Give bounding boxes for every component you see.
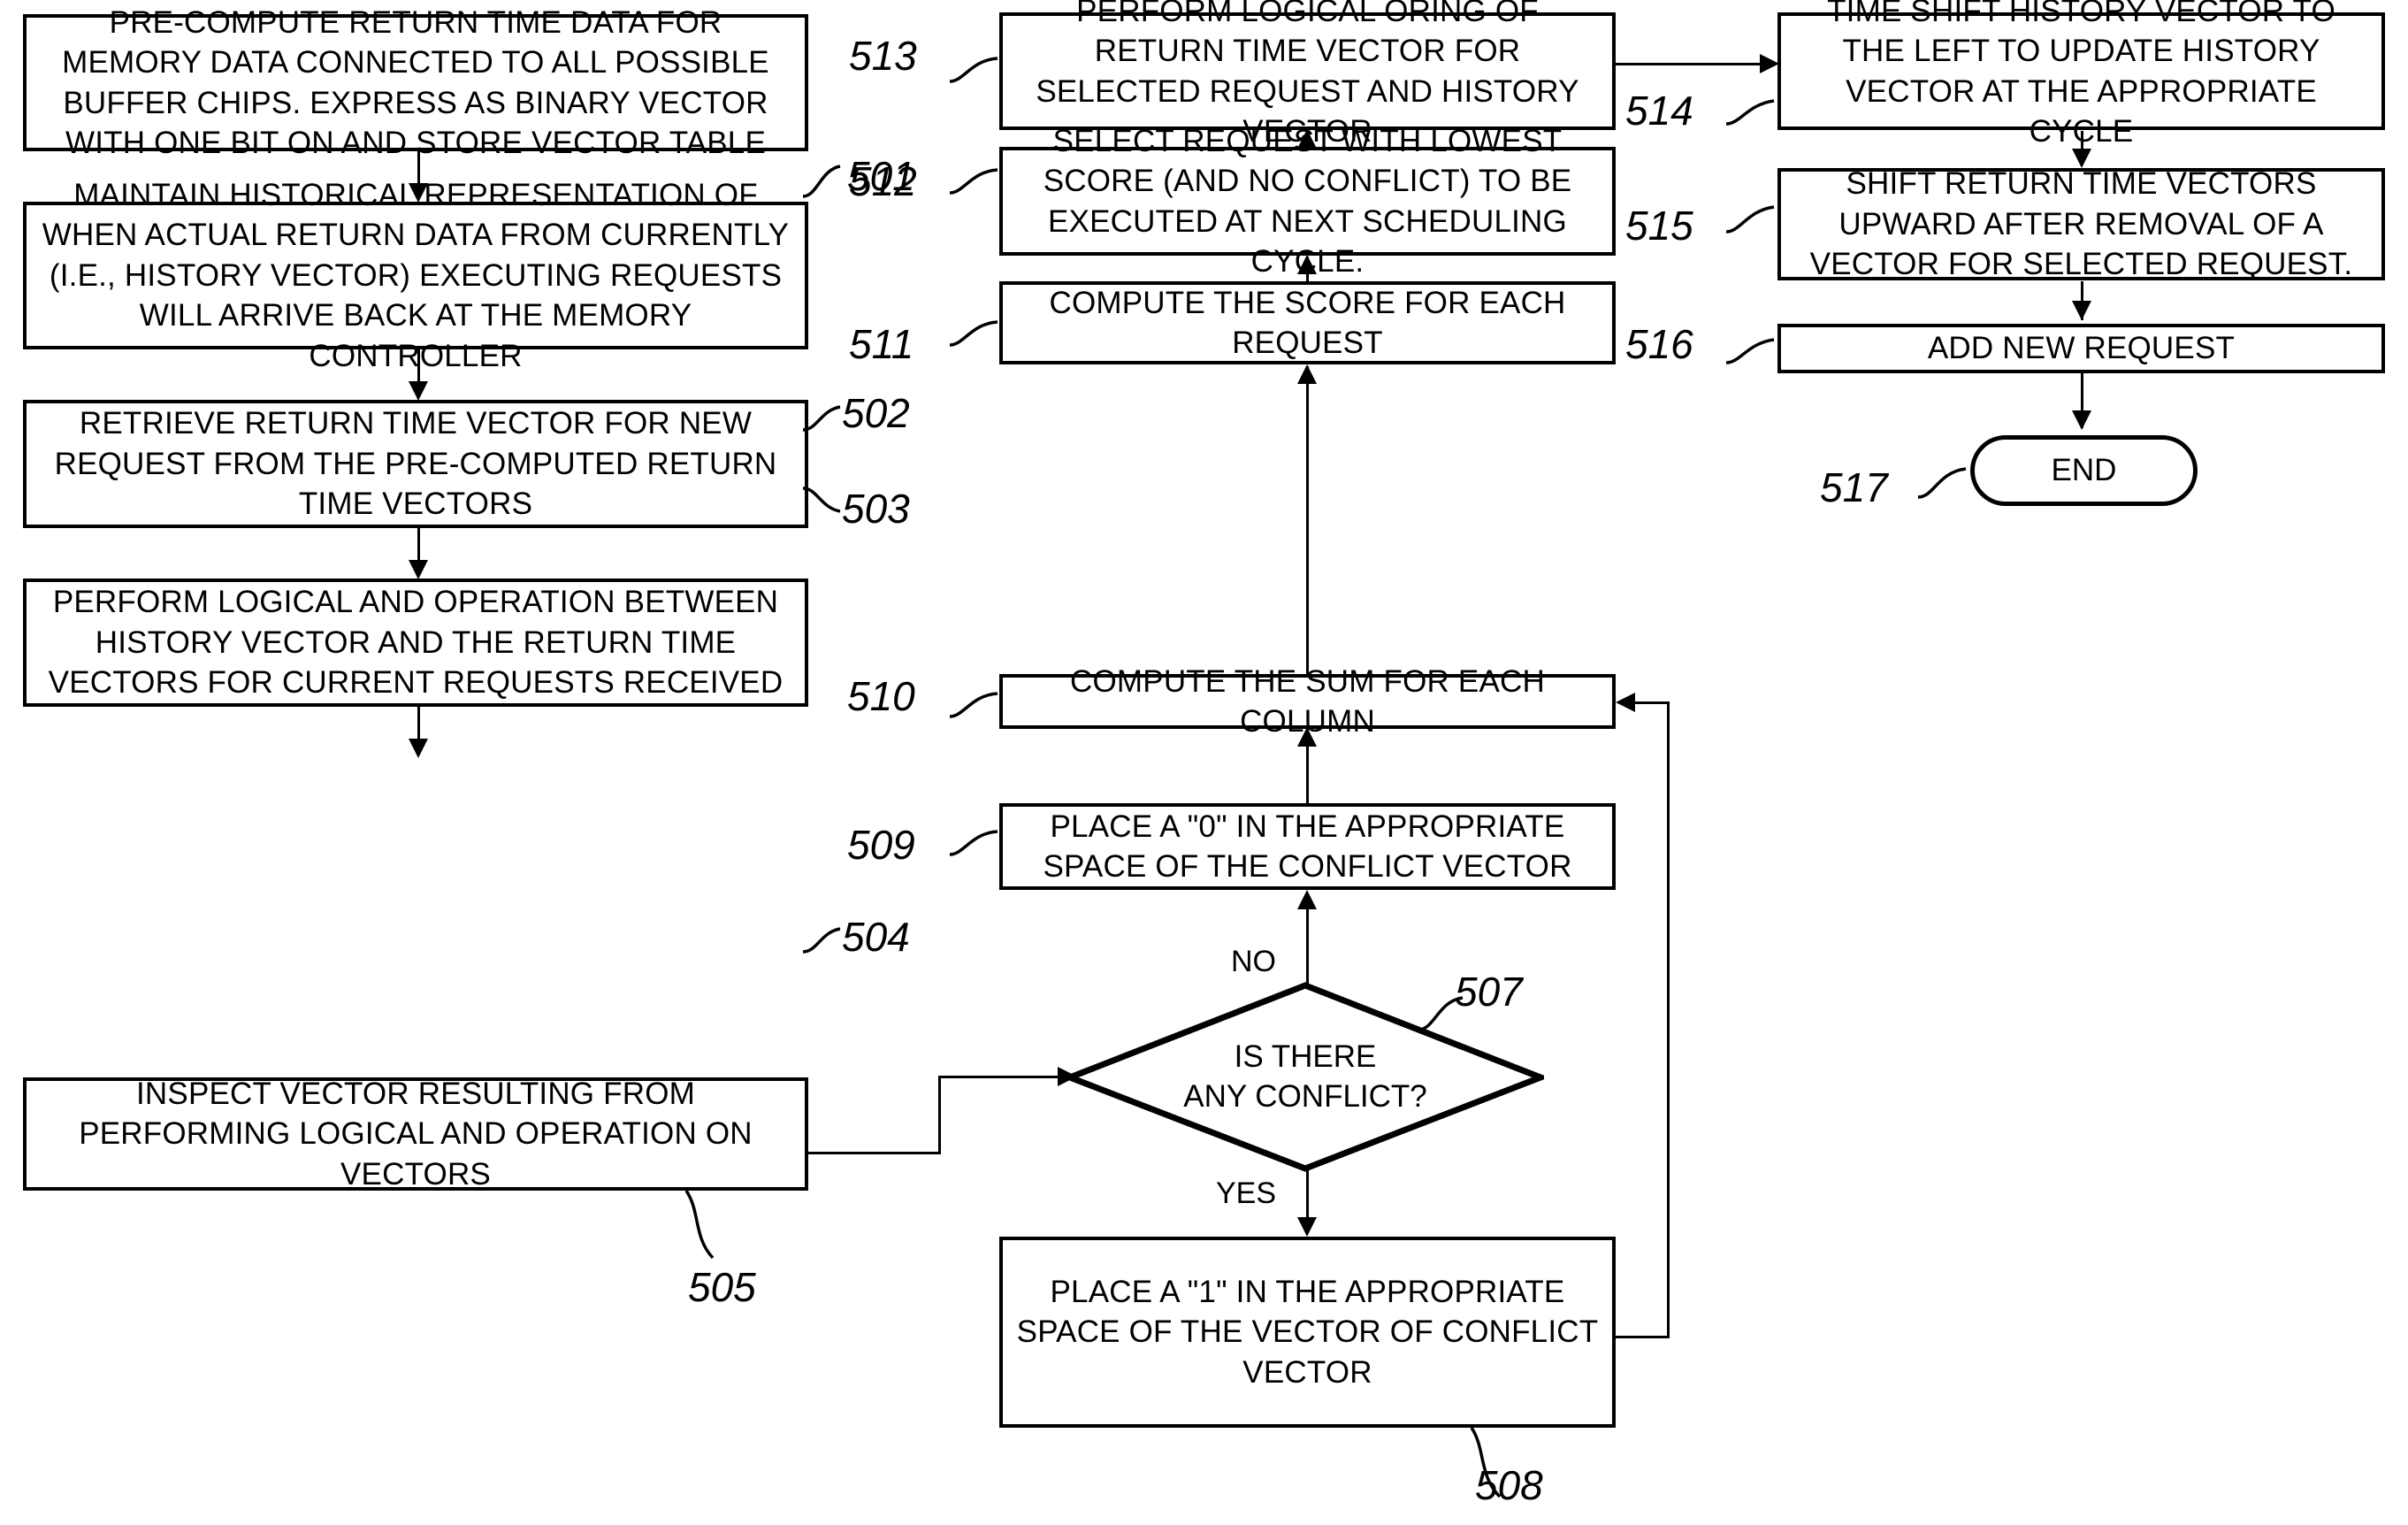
process-box-516-label: ADD NEW REQUEST xyxy=(1927,331,2236,366)
leader-line-515 xyxy=(1723,202,1785,246)
connector-510-511 xyxy=(1306,366,1309,674)
process-box-508-label: PLACE A "1" IN THE APPROPRIATE SPACE OF … xyxy=(1016,1274,1599,1390)
arrowhead-504-505 xyxy=(409,739,428,758)
process-box-515[interactable]: SHIFT RETURN TIME VECTORS UPWARD AFTER R… xyxy=(1777,166,2385,281)
connector-508-510-seg3 xyxy=(1632,701,1670,704)
arrowhead-515-516 xyxy=(2072,301,2091,320)
connector-505-507-seg3 xyxy=(938,1076,1066,1078)
process-box-510-label: COMPUTE THE SUM FOR EACH COLUMN xyxy=(1070,663,1545,740)
process-box-515-label: SHIFT RETURN TIME VECTORS UPWARD AFTER R… xyxy=(1809,166,2353,282)
process-box-503[interactable]: RETRIEVE RETURN TIME VECTOR FOR NEW REQU… xyxy=(23,400,808,528)
arrowhead-507-508 xyxy=(1297,1217,1317,1237)
leader-line-512 xyxy=(946,163,1008,207)
process-box-501-label: PRE-COMPUTE RETURN TIME DATA FOR MEMORY … xyxy=(62,4,769,161)
process-box-502[interactable]: MAINTAIN HISTORICAL REPRESENTATION OF WH… xyxy=(23,178,808,373)
ref-numeral-513: 513 xyxy=(849,33,917,79)
process-box-513[interactable]: PERFORM LOGICAL ORING OF RETURN TIME VEC… xyxy=(999,0,1616,149)
process-box-509[interactable]: PLACE A "0" IN THE APPROPRIATE SPACE OF … xyxy=(999,803,1616,890)
process-box-512[interactable]: SELECT REQUEST WITH LOWEST SCORE (AND NO… xyxy=(999,124,1616,279)
arrowhead-513-514 xyxy=(1760,54,1779,73)
process-box-505[interactable]: INSPECT VECTOR RESULTING FROM PERFORMING… xyxy=(23,1077,808,1192)
process-box-505-label: INSPECT VECTOR RESULTING FROM PERFORMING… xyxy=(79,1076,753,1192)
ref-numeral-516: 516 xyxy=(1625,321,1693,367)
ref-numeral-505: 505 xyxy=(688,1264,756,1310)
process-box-503-label: RETRIEVE RETURN TIME VECTOR FOR NEW REQU… xyxy=(54,406,777,522)
process-box-510[interactable]: COMPUTE THE SUM FOR EACH COLUMN xyxy=(999,664,1616,739)
ref-numeral-512: 512 xyxy=(849,158,917,204)
process-box-514[interactable]: TIME SHIFT HISTORY VECTOR TO THE LEFT TO… xyxy=(1777,0,2385,149)
process-box-501[interactable]: PRE-COMPUTE RETURN TIME DATA FOR MEMORY … xyxy=(23,5,808,160)
arrowhead-502-503 xyxy=(409,381,428,401)
ref-numeral-508: 508 xyxy=(1475,1462,1543,1508)
arrowhead-508-510 xyxy=(1616,693,1635,712)
arrowhead-507-509 xyxy=(1297,890,1317,909)
connector-513-514 xyxy=(1616,63,1761,65)
arrowhead-510-511 xyxy=(1297,364,1317,384)
process-box-514-label: TIME SHIFT HISTORY VECTOR TO THE LEFT TO… xyxy=(1827,0,2335,149)
connector-507-509-stem xyxy=(1306,909,1309,985)
connector-505-507-seg1 xyxy=(808,1152,941,1154)
ref-numeral-503: 503 xyxy=(842,486,910,532)
process-box-504-label: PERFORM LOGICAL AND OPERATION BETWEEN HI… xyxy=(48,585,784,701)
leader-line-513 xyxy=(946,51,1008,96)
ref-numeral-502: 502 xyxy=(842,390,910,436)
ref-numeral-504: 504 xyxy=(842,914,910,960)
branch-label-yes: YES xyxy=(1216,1176,1277,1210)
branch-label-no: NO xyxy=(1231,945,1276,978)
process-box-502-label: MAINTAIN HISTORICAL REPRESENTATION OF WH… xyxy=(42,177,790,373)
connector-508-510-seg1 xyxy=(1616,1336,1670,1338)
leader-line-516 xyxy=(1723,336,1785,380)
leader-line-509 xyxy=(946,824,1008,869)
arrowhead-516-517 xyxy=(2072,410,2091,430)
terminal-end-517[interactable]: END xyxy=(1970,435,2198,506)
ref-numeral-514: 514 xyxy=(1625,88,1693,134)
process-box-509-label: PLACE A "0" IN THE APPROPRIATE SPACE OF … xyxy=(1043,808,1572,885)
ref-numeral-515: 515 xyxy=(1625,203,1693,249)
process-box-504[interactable]: PERFORM LOGICAL AND OPERATION BETWEEN HI… xyxy=(23,579,808,707)
leader-line-514 xyxy=(1723,99,1785,143)
process-box-511[interactable]: COMPUTE THE SCORE FOR EACH REQUEST xyxy=(999,281,1616,364)
leader-line-510 xyxy=(946,688,1008,732)
terminal-end-517-label: END xyxy=(2051,453,2117,487)
process-box-512-label: SELECT REQUEST WITH LOWEST SCORE (AND NO… xyxy=(1043,123,1572,280)
ref-numeral-507: 507 xyxy=(1455,969,1523,1015)
flowchart-canvas: PRE-COMPUTE RETURN TIME DATA FOR MEMORY … xyxy=(0,0,2408,1525)
leader-line-511 xyxy=(946,315,1008,359)
ref-numeral-517: 517 xyxy=(1820,464,1888,510)
ref-numeral-510: 510 xyxy=(847,673,915,719)
ref-numeral-509: 509 xyxy=(847,822,915,868)
process-box-511-label: COMPUTE THE SCORE FOR EACH REQUEST xyxy=(1049,285,1566,361)
ref-numeral-511: 511 xyxy=(849,321,914,367)
process-box-508[interactable]: PLACE A "1" IN THE APPROPRIATE SPACE OF … xyxy=(999,1237,1616,1428)
connector-508-510-seg2 xyxy=(1667,701,1670,1338)
process-box-516[interactable]: ADD NEW REQUEST xyxy=(1777,324,2385,373)
connector-505-507-seg2 xyxy=(938,1076,941,1154)
arrowhead-503-504 xyxy=(409,560,428,579)
leader-line-517 xyxy=(1915,458,1985,511)
